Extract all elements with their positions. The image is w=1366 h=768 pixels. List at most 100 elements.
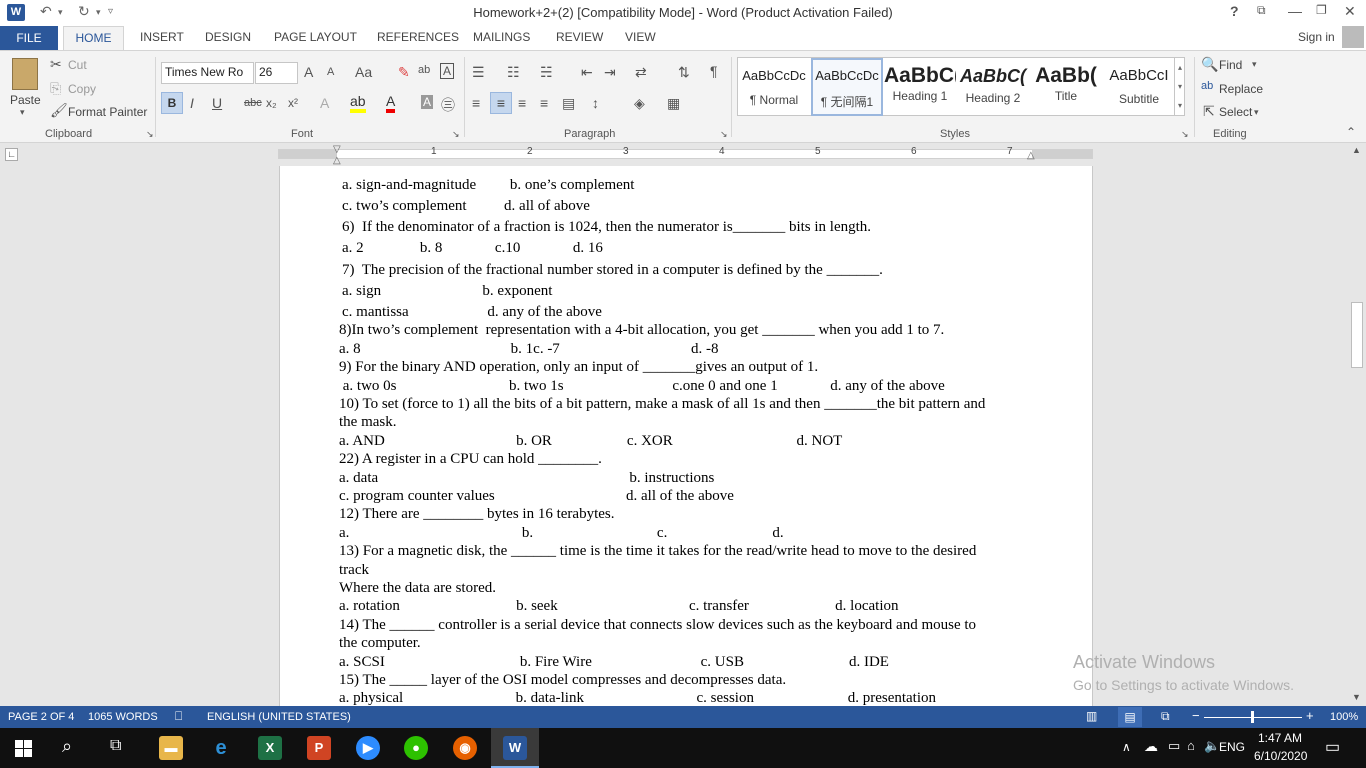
tab-selector[interactable]: ∟ xyxy=(5,148,18,161)
bullets-icon[interactable]: ☰ xyxy=(472,64,485,81)
scroll-up-icon[interactable]: ▲ xyxy=(1352,145,1361,155)
align-center-icon[interactable]: ≡ xyxy=(490,92,512,114)
borders-icon[interactable]: ▦ xyxy=(667,95,680,112)
excel-icon[interactable]: X xyxy=(258,736,282,760)
sort-icon[interactable]: ⇅ xyxy=(678,64,690,81)
search-icon[interactable]: ⌕ xyxy=(62,736,72,757)
increase-indent-icon[interactable]: ⇥ xyxy=(604,64,616,81)
sign-in-link[interactable]: Sign in xyxy=(1298,30,1335,44)
document-line[interactable]: track xyxy=(339,562,369,579)
document-line[interactable]: 12) There are ________ bytes in 16 terab… xyxy=(339,506,614,523)
horizontal-ruler[interactable] xyxy=(278,149,1093,159)
hanging-indent-marker[interactable]: △ xyxy=(333,155,341,166)
document-line[interactable]: 7) The precision of the fractional numbe… xyxy=(342,262,883,279)
styles-launcher-icon[interactable]: ↘ xyxy=(1181,129,1189,140)
scroll-down-icon[interactable]: ▼ xyxy=(1352,692,1361,702)
font-size-input[interactable]: 26 xyxy=(255,62,298,84)
cut-icon[interactable]: ✂ xyxy=(50,56,62,73)
tab-mailings[interactable]: MAILINGS xyxy=(473,30,530,44)
tab-design[interactable]: DESIGN xyxy=(205,30,251,44)
tab-insert[interactable]: INSERT xyxy=(140,30,184,44)
paste-button[interactable]: Paste xyxy=(10,93,41,107)
font-launcher-icon[interactable]: ↘ xyxy=(452,129,460,140)
enclose-characters-icon[interactable]: ㊂ xyxy=(441,95,455,115)
copy-button[interactable]: Copy xyxy=(68,82,96,96)
align-right-icon[interactable]: ≡ xyxy=(518,95,526,111)
clock-time[interactable]: 1:47 AM xyxy=(1258,731,1302,745)
document-line[interactable]: 6) If the denominator of a fraction is 1… xyxy=(342,219,871,236)
select-button[interactable]: Select xyxy=(1219,105,1252,119)
superscript-button[interactable]: x² xyxy=(288,96,298,110)
zoom-out-icon[interactable]: − xyxy=(1192,708,1200,723)
phonetic-guide-icon[interactable]: ab xyxy=(418,64,430,76)
action-center-icon[interactable]: ▭ xyxy=(1325,737,1340,757)
shading-icon[interactable]: ◈ xyxy=(634,95,645,112)
document-page[interactable]: a. sign-and-magnitude b. one’s complemen… xyxy=(279,166,1093,706)
document-line[interactable]: 15) The _____ layer of the OSI model com… xyxy=(339,672,786,689)
tab-file[interactable]: FILE xyxy=(0,26,58,50)
document-line[interactable]: a. physical b. data-link c. session d. p… xyxy=(339,690,936,706)
document-line[interactable]: a. 2 b. 8 c.10 d. 16 xyxy=(342,240,603,257)
word-taskbar-active[interactable]: W xyxy=(491,728,539,768)
restore-button[interactable]: ❐ xyxy=(1316,3,1327,17)
select-cursor-icon[interactable]: ⇱ xyxy=(1203,103,1215,120)
proofing-icon[interactable]: ⎕ xyxy=(175,709,182,724)
document-line[interactable]: 8)In two’s complement representation wit… xyxy=(339,322,944,339)
firefox-icon[interactable]: ◉ xyxy=(453,736,477,760)
scrollbar-thumb[interactable] xyxy=(1351,302,1363,368)
windows-start-icon[interactable] xyxy=(15,740,32,757)
underline-button[interactable]: U xyxy=(212,95,222,111)
document-line[interactable]: 9) For the binary AND operation, only an… xyxy=(339,359,818,376)
character-border-icon[interactable]: A xyxy=(440,63,455,79)
collapse-ribbon-icon[interactable]: ⌃ xyxy=(1346,125,1356,139)
close-button[interactable]: ✕ xyxy=(1344,3,1356,20)
zoom-in-icon[interactable]: + xyxy=(1306,708,1314,723)
format-painter-icon[interactable]: 🖌 xyxy=(50,102,68,119)
numbering-icon[interactable]: ☷ xyxy=(507,64,520,81)
show-formatting-marks-icon[interactable]: ¶ xyxy=(710,63,718,79)
style-title[interactable]: AaBb( Title xyxy=(1030,58,1102,116)
styles-scroll-buttons[interactable]: ▴ ▾ ▾ xyxy=(1174,58,1185,116)
edge-browser-icon[interactable]: e xyxy=(209,736,233,760)
right-indent-marker[interactable]: △ xyxy=(1027,150,1035,161)
bold-button[interactable]: B xyxy=(161,92,183,114)
font-color-icon[interactable]: A xyxy=(386,93,396,113)
style-no-spacing[interactable]: AaBbCcDc ¶ 无间隔1 xyxy=(811,58,883,116)
task-view-icon[interactable]: ⧉ xyxy=(110,737,121,755)
text-direction-icon[interactable]: ⇄ xyxy=(635,64,647,81)
find-dropdown-icon[interactable]: ▾ xyxy=(1252,59,1257,70)
style-heading-2[interactable]: AaBbC( Heading 2 xyxy=(957,58,1029,116)
document-line[interactable]: a. rotation b. seek c. transfer d. locat… xyxy=(339,598,899,615)
document-line[interactable]: 22) A register in a CPU can hold _______… xyxy=(339,451,602,468)
tab-view[interactable]: VIEW xyxy=(625,30,656,44)
font-name-input[interactable]: Times New Ro xyxy=(161,62,254,84)
document-line[interactable]: c. mantissa d. any of the above xyxy=(342,304,602,321)
document-line[interactable]: a. sign b. exponent xyxy=(342,283,552,300)
read-mode-icon[interactable]: ▥ xyxy=(1086,709,1097,723)
tab-home[interactable]: HOME xyxy=(63,26,124,51)
clear-formatting-icon[interactable]: ✎ xyxy=(398,64,410,81)
document-line[interactable]: a. two 0s b. two 1s c.one 0 and one 1 d.… xyxy=(339,378,945,395)
first-line-indent-marker[interactable]: ▽ xyxy=(333,144,341,155)
show-hidden-icons-icon[interactable]: ∧ xyxy=(1122,740,1131,754)
style-normal[interactable]: AaBbCcDc ¶ Normal xyxy=(738,58,810,116)
align-left-icon[interactable]: ≡ xyxy=(472,95,480,111)
format-painter-button[interactable]: Format Painter xyxy=(68,105,147,119)
select-dropdown-icon[interactable]: ▾ xyxy=(1254,107,1259,118)
zoom-app-icon[interactable]: ▶ xyxy=(356,736,380,760)
language-indicator[interactable]: ENGLISH (UNITED STATES) xyxy=(207,711,351,723)
replace-icon[interactable]: ab xyxy=(1201,80,1213,92)
clock-date[interactable]: 6/10/2020 xyxy=(1254,749,1307,763)
zoom-level[interactable]: 100% xyxy=(1330,711,1358,723)
document-line[interactable]: a. data b. instructions xyxy=(339,470,714,487)
document-line[interactable]: 10) To set (force to 1) all the bits of … xyxy=(339,396,985,413)
document-line[interactable]: Where the data are stored. xyxy=(339,580,496,597)
distributed-icon[interactable]: ▤ xyxy=(562,95,575,112)
document-line[interactable]: 14) The ______ controller is a serial de… xyxy=(339,617,976,634)
line-spacing-icon[interactable]: ↕ xyxy=(592,95,599,111)
italic-button[interactable]: I xyxy=(190,95,194,111)
change-case-icon[interactable]: Aa xyxy=(355,64,372,80)
paste-icon[interactable] xyxy=(12,58,38,90)
input-language[interactable]: ENG xyxy=(1219,740,1245,754)
style-subtitle[interactable]: AaBbCcI Subtitle xyxy=(1103,58,1175,116)
